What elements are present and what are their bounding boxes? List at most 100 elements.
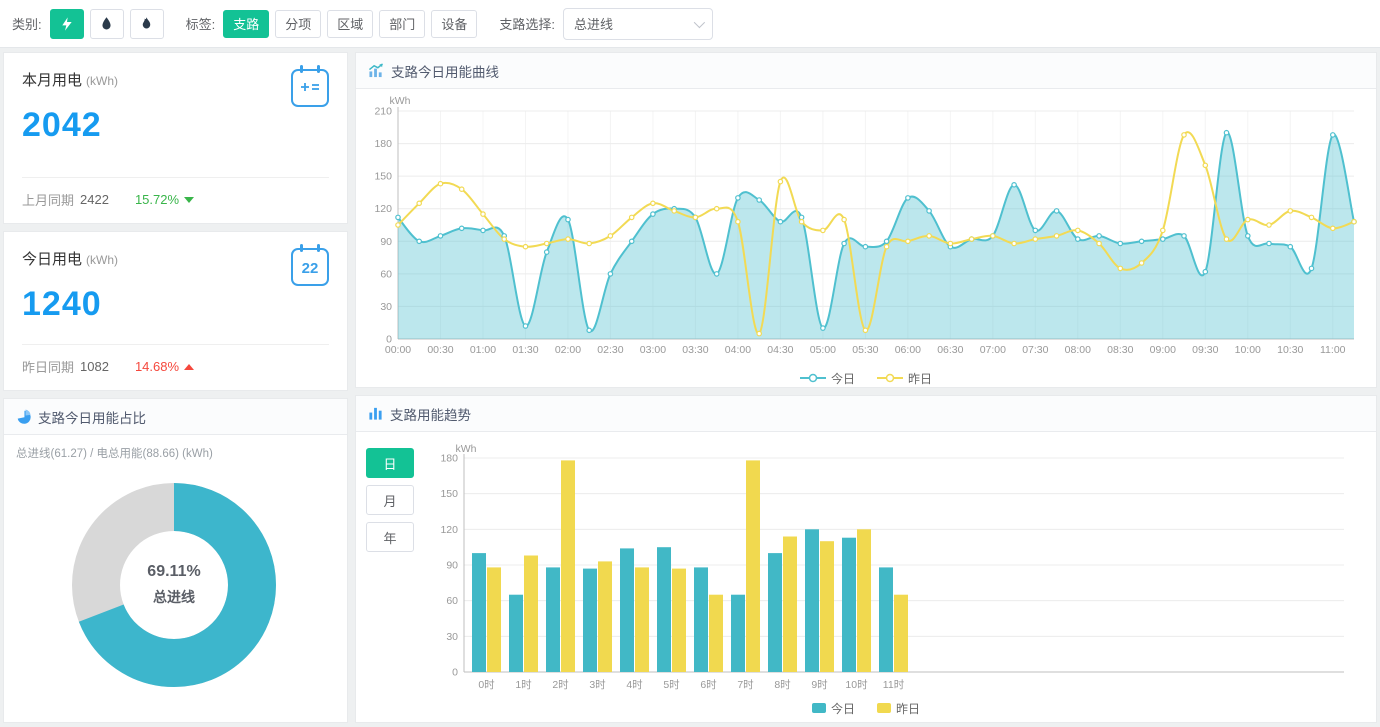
month-energy-card: 本月用电(kWh) 2042 上月同期 2422 15.72% [3, 52, 348, 224]
tag-department[interactable]: 部门 [379, 10, 425, 38]
tag-subitem[interactable]: 分项 [275, 10, 321, 38]
svg-text:7时: 7时 [737, 679, 754, 691]
svg-text:0时: 0时 [478, 679, 495, 691]
flame-icon [139, 16, 154, 31]
svg-text:6时: 6时 [700, 679, 717, 691]
svg-text:150: 150 [374, 171, 392, 183]
svg-text:180: 180 [374, 138, 392, 150]
calendar-day-number: 22 [302, 260, 319, 277]
tag-branch[interactable]: 支路 [223, 10, 269, 38]
range-year-button[interactable]: 年 [366, 522, 414, 552]
bar-legend-item-today[interactable]: 今日 [812, 700, 855, 717]
svg-text:03:30: 03:30 [682, 344, 708, 356]
svg-text:05:00: 05:00 [810, 344, 836, 356]
branch-select[interactable]: 总进线 [563, 8, 713, 40]
month-energy-value: 2042 [22, 106, 329, 145]
left-column: 本月用电(kWh) 2042 上月同期 2422 15.72% 今 [3, 52, 348, 723]
svg-text:08:00: 08:00 [1065, 344, 1091, 356]
legend-item-today[interactable]: 今日 [800, 370, 855, 387]
water-type-button[interactable] [90, 9, 124, 39]
branch-select-label: 支路选择: [499, 14, 555, 33]
water-drop-icon [99, 16, 114, 31]
gas-type-button[interactable] [130, 9, 164, 39]
svg-text:0: 0 [452, 667, 458, 679]
month-compare-label: 上月同期 [22, 190, 74, 209]
range-day-button[interactable]: 日 [366, 448, 414, 478]
today-yesterday-line-chart[interactable]: 00:0000:3001:0001:3002:0002:3003:0003:30… [362, 93, 1370, 359]
trend-panel: 支路用能趋势 日 月 年 0306090120150180kWh0时1时2时3时… [355, 395, 1377, 723]
svg-text:10:30: 10:30 [1277, 344, 1303, 356]
bar-legend: 今日 昨日 [356, 694, 1376, 722]
svg-text:02:30: 02:30 [597, 344, 623, 356]
svg-text:03:00: 03:00 [640, 344, 666, 356]
month-compare-value: 2422 [80, 192, 109, 207]
svg-text:kWh: kWh [390, 95, 411, 107]
svg-text:60: 60 [446, 595, 458, 607]
svg-text:1时: 1时 [515, 679, 532, 691]
month-card-title-text: 本月用电 [22, 72, 82, 89]
svg-text:06:30: 06:30 [937, 344, 963, 356]
bar-swatch-yesterday-icon [877, 703, 891, 713]
pie-chart-icon [16, 409, 31, 424]
donut-chart[interactable] [4, 461, 347, 713]
range-month-button[interactable]: 月 [366, 485, 414, 515]
svg-text:02:00: 02:00 [555, 344, 581, 356]
svg-text:07:00: 07:00 [980, 344, 1006, 356]
svg-text:04:30: 04:30 [767, 344, 793, 356]
tag-device[interactable]: 设备 [431, 10, 477, 38]
day-compare-label: 昨日同期 [22, 357, 74, 376]
svg-text:01:30: 01:30 [512, 344, 538, 356]
line-marker-today-icon [800, 373, 826, 383]
svg-text:04:00: 04:00 [725, 344, 751, 356]
svg-text:10:00: 10:00 [1235, 344, 1261, 356]
tag-area[interactable]: 区域 [327, 10, 373, 38]
line-chart-icon [368, 63, 384, 78]
svg-text:09:00: 09:00 [1150, 344, 1176, 356]
line-panel-title: 支路今日用能曲线 [391, 61, 499, 81]
day-card-unit: (kWh) [86, 253, 118, 267]
legend-item-yesterday[interactable]: 昨日 [877, 370, 932, 387]
legend-label-yesterday: 昨日 [908, 370, 932, 387]
svg-text:09:30: 09:30 [1192, 344, 1218, 356]
topbar: 类别: 标签: 支路 分项 区域 部门 设备 支路选择: 总进线 [0, 0, 1380, 48]
svg-text:05:30: 05:30 [852, 344, 878, 356]
svg-text:210: 210 [374, 106, 392, 118]
day-card-title: 今日用电 (kWh) [22, 248, 329, 269]
svg-text:0: 0 [386, 334, 392, 346]
svg-text:00:00: 00:00 [385, 344, 411, 356]
svg-text:90: 90 [446, 560, 458, 572]
line-panel-header: 支路今日用能曲线 [356, 53, 1376, 89]
svg-text:30: 30 [446, 631, 458, 643]
day-card-title-text: 今日用电 [22, 251, 82, 268]
bar-chart-icon [368, 406, 383, 421]
svg-text:4时: 4时 [626, 679, 643, 691]
trend-down-icon [184, 197, 194, 203]
trend-up-icon [184, 364, 194, 370]
donut-chart-container: 69.11% 总进线 [4, 461, 347, 718]
svg-text:kWh: kWh [456, 443, 477, 455]
calendar-day-icon: 22 [291, 248, 329, 286]
day-energy-card: 今日用电(kWh) 22 1240 昨日同期 1082 14.68% [3, 231, 348, 391]
bar-chart-body: 日 月 年 0306090120150180kWh0时1时2时3时4时5时6时7… [356, 432, 1376, 694]
trend-bar-chart[interactable]: 0306090120150180kWh0时1时2时3时4时5时6时7时8时9时1… [428, 442, 1358, 694]
legend-label-today: 今日 [831, 370, 855, 387]
pie-subtitle: 总进线(61.27) / 电总用能(88.66) (kWh) [4, 435, 347, 461]
bar-swatch-today-icon [812, 703, 826, 713]
bar-legend-label-today: 今日 [831, 700, 855, 717]
pie-panel-title: 支路今日用能占比 [38, 407, 146, 427]
electricity-type-button[interactable] [50, 9, 84, 39]
month-card-title: 本月用电(kWh) [22, 69, 329, 90]
range-buttons: 日 月 年 [366, 442, 428, 694]
day-percent: 14.68% [135, 359, 179, 374]
svg-text:90: 90 [380, 236, 392, 248]
line-marker-yesterday-icon [877, 373, 903, 383]
svg-text:11:00: 11:00 [1320, 344, 1346, 356]
svg-text:120: 120 [374, 203, 392, 215]
month-percent: 15.72% [135, 192, 179, 207]
day-compare-row: 昨日同期 1082 14.68% [22, 344, 329, 390]
svg-text:10时: 10时 [845, 679, 868, 691]
chevron-down-icon [694, 16, 705, 27]
bar-legend-item-yesterday[interactable]: 昨日 [877, 700, 920, 717]
energy-share-panel: 支路今日用能占比 总进线(61.27) / 电总用能(88.66) (kWh) … [3, 398, 348, 723]
svg-text:01:00: 01:00 [470, 344, 496, 356]
